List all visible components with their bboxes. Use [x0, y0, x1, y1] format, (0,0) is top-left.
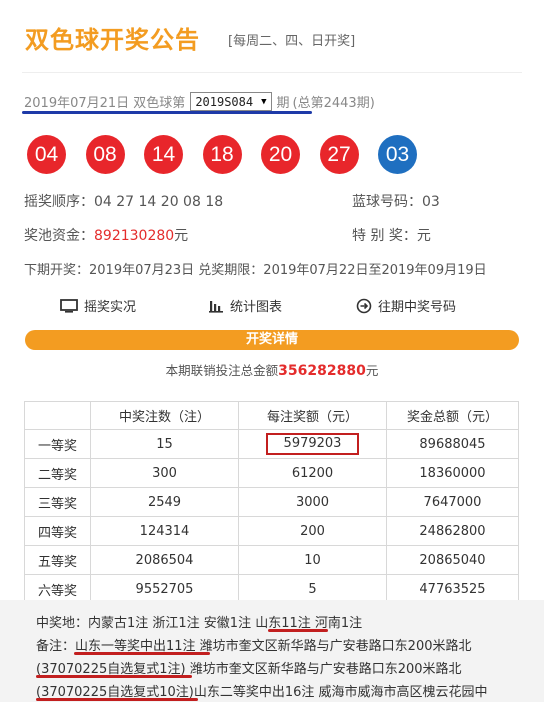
prize-pool-value: 892130280: [94, 228, 175, 244]
draw-schedule: [每周二、四、日开奖]: [228, 34, 356, 49]
table-cell: 18360000: [386, 458, 519, 488]
table-cell: 200: [238, 516, 387, 546]
red-ball: 14: [144, 135, 183, 174]
total-sales-value: 356282880: [278, 363, 366, 379]
table-cell: 10: [238, 545, 387, 575]
table-row: 三等奖 2549 3000 7647000: [24, 487, 519, 517]
table-cell: 15: [90, 429, 239, 459]
table-cell: 7647000: [386, 487, 519, 517]
table-row: 五等奖 2086504 10 20865040: [24, 545, 519, 575]
history-label: 往期中奖号码: [378, 300, 457, 315]
issue-total: (总第2443期): [292, 96, 375, 111]
prize-pool: 奖池资金：892130280元: [24, 225, 188, 245]
page-title: 双色球开奖公告: [25, 26, 200, 54]
bar-chart-icon: [209, 300, 223, 313]
blue-number: 蓝球号码：03: [352, 194, 440, 210]
notes-panel: 中奖地：内蒙古1注 浙江1注 安徽1注 山东11注 河南1注 备注：山东一等奖中…: [0, 600, 544, 702]
draw-details-button[interactable]: 开奖详情: [25, 330, 519, 350]
next-draw-info: 下期开奖：2019年07月23日 兑奖期限：2019年07月22日至2019年0…: [24, 263, 487, 278]
special-prize: 特 别 奖：元: [352, 228, 431, 244]
red-ball: 04: [27, 135, 66, 174]
table-header: 每注奖额（元）: [238, 401, 387, 430]
history-link[interactable]: 往期中奖号码: [356, 296, 456, 315]
stats-chart-link[interactable]: 统计图表: [208, 296, 356, 315]
table-cell: 124314: [90, 516, 239, 546]
header-divider: [22, 72, 522, 73]
table-cell: 2086504: [90, 545, 239, 575]
annotation-underline-blue: [22, 111, 312, 114]
total-sales-unit: 元: [365, 363, 379, 378]
table-header-row: 中奖注数（注） 每注奖额（元） 奖金总额（元）: [24, 401, 519, 430]
issue-prefix: 2019年07月21日 双色球第: [24, 96, 186, 111]
total-sales-label: 本期联销投注总金额: [165, 363, 279, 378]
winning-numbers: 04 08 14 18 20 27 03: [27, 135, 437, 174]
issue-select[interactable]: 2019S084 ▼: [190, 92, 272, 111]
quick-links: 摇奖实况 统计图表 往期中奖号码: [60, 296, 520, 315]
total-sales: 本期联销投注总金额356282880元: [0, 360, 544, 379]
annotation-underline-red: [36, 698, 198, 701]
table-header: 中奖注数（注）: [90, 401, 239, 430]
red-ball: 18: [202, 135, 242, 174]
issue-suffix: 期: [276, 96, 290, 111]
table-cell: 20865040: [386, 545, 519, 575]
issue-row: 2019年07月21日 双色球第 2019S084 ▼ 期 (总第2443期): [24, 92, 375, 111]
table-row: 二等奖 300 61200 18360000: [24, 458, 519, 488]
table-cell: 89688045: [386, 429, 519, 459]
stats-chart-label: 统计图表: [230, 300, 283, 315]
annotation-underline-red: [74, 652, 210, 655]
live-draw-link[interactable]: 摇奖实况: [60, 296, 208, 315]
prize-pool-label: 奖池资金：: [24, 228, 94, 244]
table-cell: 300: [90, 458, 239, 488]
blue-ball: 03: [378, 135, 417, 174]
table-cell: 一等奖: [24, 429, 91, 459]
table-cell: 5979203: [238, 429, 387, 459]
draw-order: 摇奖顺序：04 27 14 20 08 18: [24, 194, 224, 210]
table-header: 奖金总额（元）: [386, 401, 519, 430]
annotation-underline-red: [36, 675, 192, 678]
arrow-circle-icon: [356, 298, 372, 313]
table-cell: 五等奖: [24, 545, 91, 575]
table-row: 一等奖 15 5979203 89688045: [24, 429, 519, 459]
table-cell: 二等奖: [24, 458, 91, 488]
table-row: 四等奖 124314 200 24862800: [24, 516, 519, 546]
table-cell: 三等奖: [24, 487, 91, 517]
live-draw-label: 摇奖实况: [84, 300, 137, 315]
annotation-underline-red: [268, 629, 328, 632]
red-ball: 08: [85, 135, 125, 174]
highlighted-prize-amount: 5979203: [265, 433, 360, 455]
monitor-icon: [60, 298, 78, 313]
table-cell: 2549: [90, 487, 239, 517]
table-cell: 61200: [238, 458, 387, 488]
red-ball: 20: [261, 135, 300, 174]
chevron-down-icon: ▼: [261, 96, 267, 107]
prize-table: 中奖注数（注） 每注奖额（元） 奖金总额（元） 一等奖 15 5979203 8…: [24, 401, 519, 604]
table-header: [24, 401, 91, 430]
red-ball: 27: [319, 135, 359, 174]
table-cell: 24862800: [386, 516, 519, 546]
table-cell: 四等奖: [24, 516, 91, 546]
prize-pool-unit: 元: [174, 228, 189, 244]
issue-select-value: 2019S084: [195, 94, 254, 109]
table-cell: 3000: [238, 487, 387, 517]
